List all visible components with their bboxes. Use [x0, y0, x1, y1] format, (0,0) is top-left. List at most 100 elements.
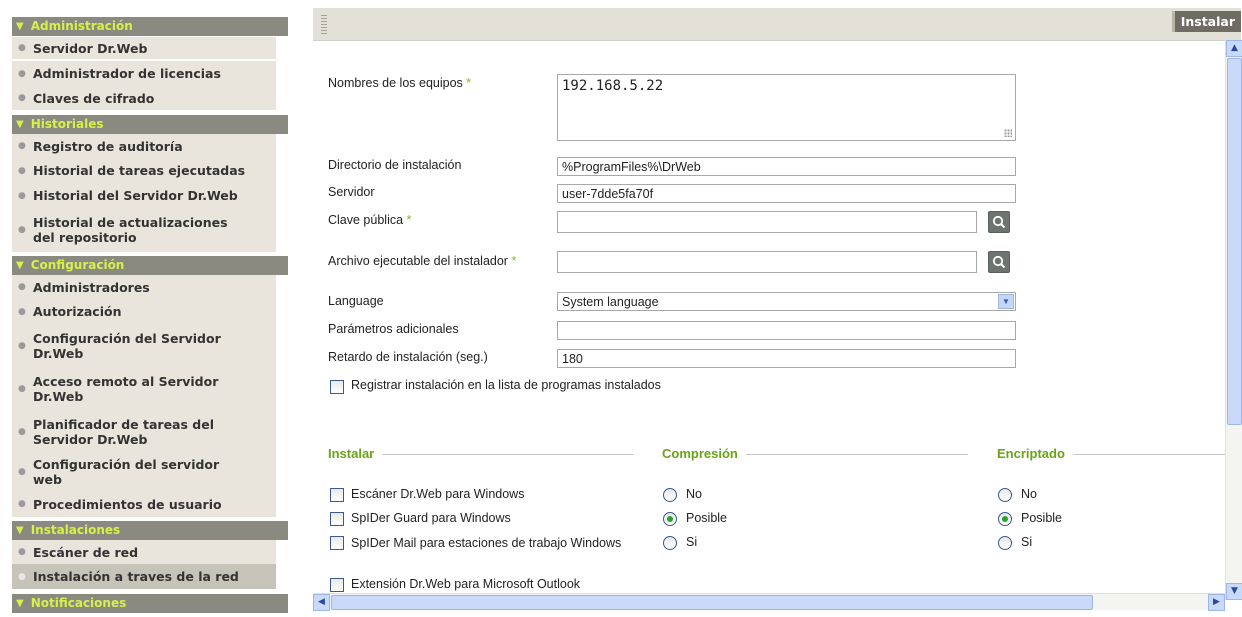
install-delay-input[interactable] [557, 349, 1016, 368]
sidebar-item-actualizaciones[interactable]: ● Historial de actualizaciones del reposi… [12, 208, 276, 252]
bullet-icon: ● [18, 225, 26, 235]
section-historiales[interactable]: ▼ Historiales [12, 115, 288, 134]
sidebar-item-licencias[interactable]: ● Administrador de licencias [12, 61, 276, 86]
sidebar-item-servidor[interactable]: ● Servidor Dr.Web [12, 37, 276, 59]
section-notificaciones[interactable]: ▼ Notificaciones [12, 594, 288, 613]
language-label: Language [328, 294, 384, 308]
sidebar-item-config-servidor[interactable]: ● Configuración del Servidor Dr.Web [12, 324, 276, 367]
scroll-up-icon[interactable]: ▲ [1226, 40, 1242, 57]
language-select[interactable]: System language ▼ [557, 292, 1016, 311]
bullet-icon: ● [18, 68, 26, 79]
radio-encryption-no[interactable] [998, 488, 1012, 502]
server-label: Servidor [328, 185, 375, 199]
label-outlook: Extensión Dr.Web para Microsoft Outlook [351, 577, 581, 591]
installer-exe-input[interactable] [557, 251, 977, 273]
server-input[interactable] [557, 184, 1016, 203]
triangle-down-icon: ▼ [16, 598, 24, 609]
install-dir-input[interactable] [557, 157, 1016, 176]
install-group-title: Instalar [328, 446, 383, 461]
public-key-browse-button[interactable] [988, 211, 1010, 233]
vertical-scroll-thumb[interactable] [1227, 58, 1242, 425]
bullet-icon: ● [18, 467, 26, 477]
label-spider-mail: SpIDer Mail para estaciones de trabajo W… [351, 536, 622, 550]
label-compression-posible: Posible [686, 511, 727, 525]
radio-compression-no[interactable] [663, 488, 677, 502]
bullet-icon: ● [18, 165, 26, 176]
checkbox-scanner[interactable] [330, 488, 344, 502]
install-button[interactable]: Instalar [1171, 11, 1241, 32]
label-encryption-posible: Posible [1021, 511, 1062, 525]
sidebar-item-instalacion-red[interactable]: ● Instalación a traves de la red [12, 564, 276, 589]
extra-params-label: Parámetros adicionales [328, 322, 459, 336]
compression-group-title: Compresión [662, 446, 746, 461]
bullet-icon: ● [18, 93, 26, 103]
sidebar-item-procedimientos[interactable]: ● Procedimientos de usuario [12, 491, 276, 517]
bullet-icon: ● [18, 190, 26, 201]
checkbox-spider-guard[interactable] [330, 512, 344, 526]
label-encryption-no: No [1021, 487, 1037, 501]
sidebar-item-tareas[interactable]: ● Historial de tareas ejecutadas [12, 158, 276, 183]
sidebar-item-planificador[interactable]: ● Planificador de tareas del Servidor Dr.… [12, 410, 276, 453]
toolbar: Instalar [313, 8, 1241, 40]
install-delay-label: Retardo de instalación (seg.) [328, 350, 488, 364]
bullet-icon: ● [18, 306, 26, 317]
public-key-input[interactable] [557, 211, 977, 233]
sidebar-item-claves[interactable]: ● Claves de cifrado [12, 86, 276, 110]
bullet-icon: ● [18, 426, 26, 437]
label-compression-no: No [686, 487, 702, 501]
section-instalaciones[interactable]: ▼ Instalaciones [12, 521, 288, 540]
encryption-group-title: Encriptado [997, 446, 1073, 461]
required-mark: * [466, 76, 472, 90]
sidebar: ▼ Administración ● Servidor Dr.Web ● Admini… [0, 0, 288, 617]
label-compression-si: Si [686, 535, 698, 549]
radio-encryption-si[interactable] [998, 536, 1012, 550]
sidebar-item-servidor-web[interactable]: ● Configuración del servidor web [12, 453, 276, 491]
radio-encryption-posible[interactable] [998, 512, 1012, 526]
register-install-checkbox[interactable] [330, 380, 344, 394]
installer-exe-browse-button[interactable] [988, 251, 1010, 273]
sidebar-item-acceso-remoto[interactable]: ● Acceso remoto al Servidor Dr.Web [12, 367, 276, 410]
vertical-scrollbar[interactable]: ▲ ▼ [1225, 40, 1242, 600]
sidebar-item-autorizacion[interactable]: ● Autorización [12, 299, 276, 324]
magnifier-icon [992, 255, 1006, 269]
install-form: Nombres de los equipos * 192.168.5.22 Di… [313, 40, 1242, 617]
sidebar-item-escaner-red[interactable]: ● Escáner de red [12, 540, 276, 564]
extra-params-input[interactable] [557, 321, 1016, 340]
scroll-down-icon[interactable]: ▼ [1226, 583, 1242, 600]
chevron-down-icon[interactable]: ▼ [998, 294, 1014, 309]
section-configuracion[interactable]: ▼ Configuración [12, 256, 288, 275]
resize-grip-icon[interactable] [1004, 129, 1012, 137]
bullet-icon: ● [18, 547, 26, 557]
required-mark: * [406, 213, 412, 227]
bullet-icon: ● [18, 141, 26, 151]
section-administracion[interactable]: ▼ Administración [12, 17, 288, 36]
required-mark: * [511, 254, 517, 268]
horizontal-scrollbar[interactable]: ◀ ▶ [313, 593, 1225, 611]
bullet-icon: ● [18, 340, 26, 351]
bullet-icon: ● [18, 499, 26, 509]
radio-compression-si[interactable] [663, 536, 677, 550]
bullet-icon: ● [18, 282, 26, 292]
magnifier-icon [992, 215, 1006, 229]
bullet-icon: ● [18, 383, 26, 394]
label-spider-guard: SpIDer Guard para Windows [351, 511, 511, 525]
triangle-down-icon: ▼ [16, 21, 24, 32]
public-key-label: Clave pública * [328, 213, 412, 227]
register-install-label: Registrar instalación en la lista de pro… [351, 378, 661, 392]
computer-names-label: Nombres de los equipos * [328, 76, 472, 90]
horizontal-scroll-thumb[interactable] [331, 595, 1093, 610]
bullet-icon: ● [18, 43, 26, 53]
radio-compression-posible[interactable] [663, 512, 677, 526]
installer-exe-label: Archivo ejecutable del instalador * [328, 254, 517, 268]
install-dir-label: Directorio de instalación [328, 158, 462, 172]
sidebar-item-administradores[interactable]: ● Administradores [12, 275, 276, 299]
label-scanner: Escáner Dr.Web para Windows [351, 487, 525, 501]
scroll-right-icon[interactable]: ▶ [1208, 594, 1225, 611]
triangle-down-icon: ▼ [16, 119, 24, 130]
checkbox-outlook[interactable] [330, 578, 344, 592]
sidebar-item-auditoria[interactable]: ● Registro de auditoría [12, 134, 276, 158]
computer-names-textarea[interactable]: 192.168.5.22 [557, 74, 1016, 141]
toolbar-grip [321, 14, 327, 34]
sidebar-item-historial-servidor[interactable]: ● Historial del Servidor Dr.Web [12, 183, 276, 208]
scroll-left-icon[interactable]: ◀ [313, 594, 330, 611]
